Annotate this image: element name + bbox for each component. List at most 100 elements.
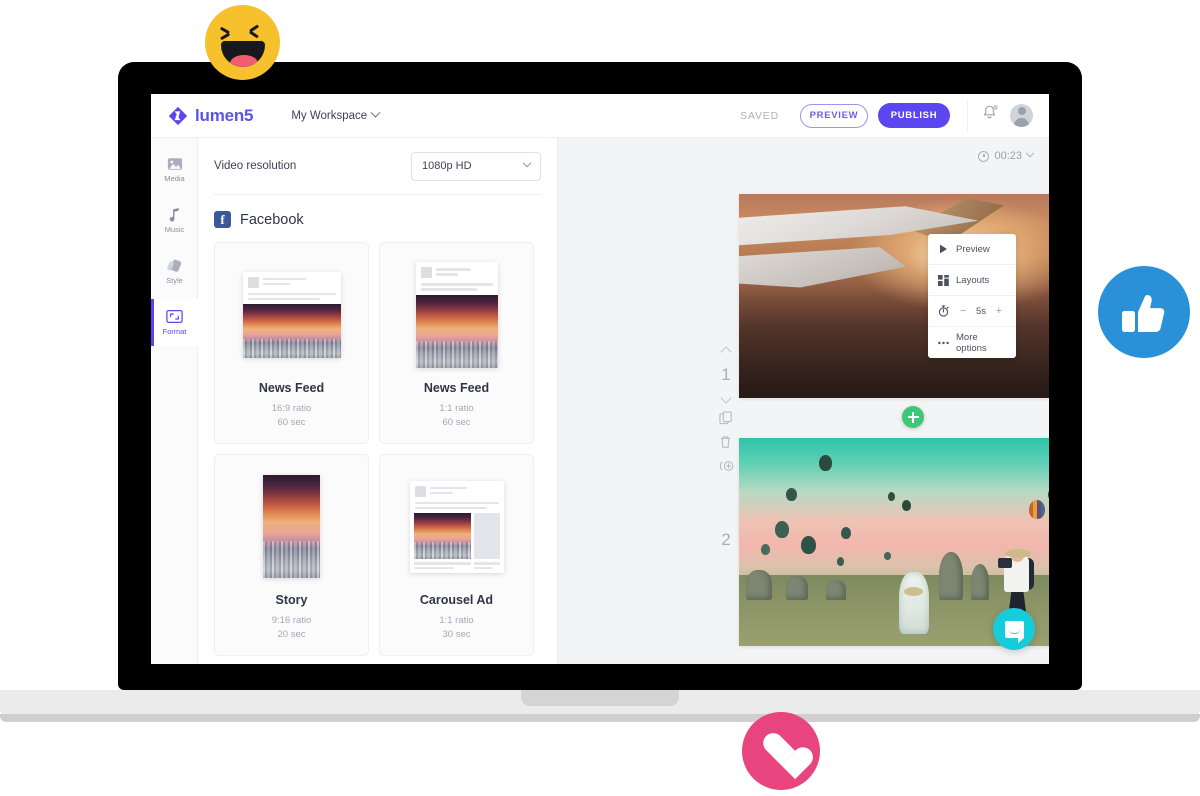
balloon <box>887 492 895 502</box>
duration-value: 5s <box>975 305 987 317</box>
laptop-frame: lumen5 My Workspace SAVED PREVIEW PUBLIS… <box>118 62 1082 690</box>
header-divider <box>967 100 968 131</box>
intercom-chat-button[interactable] <box>993 608 1035 650</box>
add-scene-button[interactable] <box>902 406 924 428</box>
camera <box>998 557 1013 568</box>
crop-frame-icon <box>166 309 183 324</box>
chevron-down-icon[interactable] <box>720 392 732 404</box>
post-mock-square <box>415 262 498 368</box>
sidebar-item-media[interactable]: Media <box>151 146 198 193</box>
haha-tongue <box>230 55 258 67</box>
thumbs-up-glyph <box>1122 295 1165 332</box>
format-card-meta: 1:1 ratio 60 sec <box>439 402 473 431</box>
post-avatar <box>247 276 259 288</box>
scene-number: 2 <box>721 530 731 549</box>
logo-text: lumen5 <box>195 105 254 125</box>
duration-decrease-button[interactable]: − <box>956 305 970 317</box>
publish-button[interactable]: PUBLISH <box>878 103 950 128</box>
smile-glyph <box>1008 629 1020 634</box>
post-avatar <box>414 485 426 497</box>
user-avatar[interactable] <box>1010 104 1033 127</box>
sidebar-item-label: Media <box>164 174 185 183</box>
add-audio-icon[interactable] <box>719 459 734 474</box>
video-resolution-label: Video resolution <box>214 160 297 172</box>
sun-hat <box>1005 548 1032 558</box>
app-header: lumen5 My Workspace SAVED PREVIEW PUBLIS… <box>151 94 1049 138</box>
format-thumb <box>380 249 533 381</box>
chevron-up-icon[interactable] <box>720 346 732 358</box>
post-mock-carousel <box>409 480 504 574</box>
scene-rail-2: 2 <box>710 530 742 550</box>
sidebar-item-label: Music <box>164 225 185 234</box>
format-card-title: Carousel Ad <box>419 592 494 607</box>
chevron-down-icon <box>522 158 532 168</box>
laptop-screen: lumen5 My Workspace SAVED PREVIEW PUBLIS… <box>151 94 1049 664</box>
video-resolution-select[interactable]: 1080p HD <box>411 151 541 181</box>
format-card-duration: 30 sec <box>442 629 471 641</box>
bell-badge <box>993 105 998 110</box>
sidebar-item-music[interactable]: Music <box>151 197 198 244</box>
notifications-bell-icon[interactable] <box>982 105 998 126</box>
heart-glyph <box>762 734 800 768</box>
format-card-story[interactable]: Story 9:16 ratio 20 sec <box>214 454 369 656</box>
preview-button[interactable]: PREVIEW <box>800 103 868 128</box>
scene-layouts-button[interactable]: Layouts <box>928 265 1016 296</box>
sidebar-item-label: Format <box>162 327 187 336</box>
haha-eye-right <box>249 27 264 37</box>
format-card-meta: 16:9 ratio 60 sec <box>272 402 312 431</box>
video-duration-indicator[interactable]: 00:23 <box>978 148 1035 162</box>
left-sidebar: Media Music Style Format <box>151 138 198 664</box>
balloon <box>800 535 816 554</box>
format-card-title: Story <box>275 592 308 607</box>
stopwatch-icon <box>938 305 949 317</box>
sidebar-item-label: Style <box>166 276 183 285</box>
scene-rail: 1 <box>710 346 742 474</box>
ellipsis-icon <box>938 337 949 348</box>
scene-preview-button[interactable]: Preview <box>928 234 1016 265</box>
laptop-base-lip <box>0 714 1200 722</box>
rock-formation <box>746 570 773 601</box>
format-card-carousel-ad[interactable]: Carousel Ad 1:1 ratio 30 sec <box>379 454 534 656</box>
rock-formation <box>786 576 809 601</box>
haha-reaction-icon <box>205 5 280 80</box>
clock-icon <box>978 150 990 162</box>
format-card-meta: 1:1 ratio 30 sec <box>439 614 473 643</box>
workspace-name: My Workspace <box>291 109 368 122</box>
format-card-news-feed-11[interactable]: News Feed 1:1 ratio 60 sec <box>379 242 534 444</box>
trash-icon[interactable] <box>719 435 734 450</box>
scene-layouts-label: Layouts <box>956 274 990 286</box>
avatar-head <box>1017 107 1026 115</box>
video-resolution-value: 1080p HD <box>422 160 472 172</box>
format-card-title: News Feed <box>258 380 325 395</box>
duration-increase-button[interactable]: + <box>992 305 1006 317</box>
format-card-duration: 20 sec <box>277 629 306 641</box>
image-icon <box>166 156 183 171</box>
rock-formation <box>938 552 963 601</box>
chat-bubble-icon <box>1004 620 1024 643</box>
app-logo[interactable]: lumen5 <box>168 105 254 126</box>
thumb-image <box>413 513 471 560</box>
play-icon <box>938 244 949 255</box>
lumen5-logo-icon <box>168 106 188 125</box>
format-card-news-feed-169[interactable]: News Feed 16:9 ratio 60 sec <box>214 242 369 444</box>
scene-preview-label: Preview <box>956 243 990 255</box>
format-panel: Video resolution 1080p HD f Facebook New… <box>198 138 558 664</box>
format-card-grid: News Feed 16:9 ratio 60 sec News Feed 1:… <box>198 236 557 664</box>
scene-tools-popover: Preview Layouts − 5s + More options <box>928 234 1016 358</box>
rock-formation <box>971 564 990 601</box>
thumb-image-vertical <box>263 475 320 579</box>
grid-icon <box>938 274 949 286</box>
scene-more-options-button[interactable]: More options <box>928 327 1016 358</box>
post-mock-landscape <box>242 271 341 359</box>
video-resolution-row: Video resolution 1080p HD <box>198 138 557 194</box>
sidebar-item-style[interactable]: Style <box>151 248 198 295</box>
duplicate-icon[interactable] <box>718 411 734 426</box>
format-card-ratio: 1:1 ratio <box>439 402 474 414</box>
chevron-down-icon <box>370 107 381 118</box>
format-thumb <box>215 249 368 381</box>
workspace-selector[interactable]: My Workspace <box>291 107 381 122</box>
sidebar-item-format[interactable]: Format <box>151 299 198 346</box>
balloon <box>840 527 851 540</box>
chevron-down-icon <box>1025 148 1035 158</box>
format-card-title: News Feed <box>423 380 490 395</box>
